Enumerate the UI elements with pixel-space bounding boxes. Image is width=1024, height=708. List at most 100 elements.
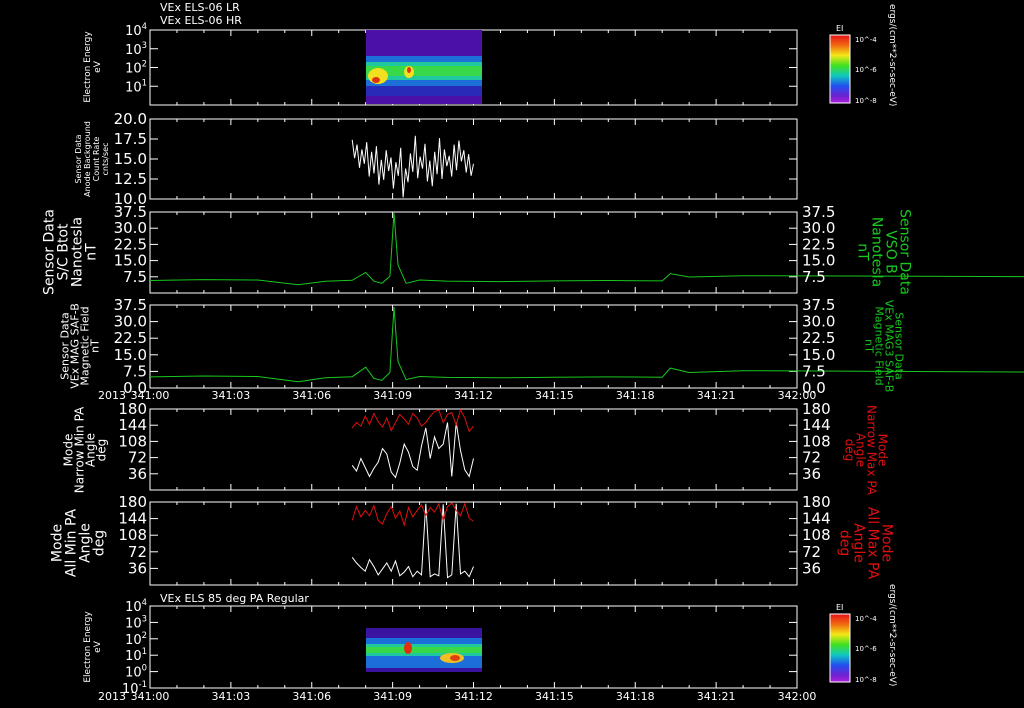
y-tick-label-right: 22.5 xyxy=(802,329,835,347)
y-tick-label: 144 xyxy=(118,510,147,528)
y-label-line: cnts/sec xyxy=(101,143,110,176)
y-tick-label: 0.0 xyxy=(123,379,147,397)
y-tick-label: 7.5 xyxy=(123,362,147,380)
y-label-line: eV xyxy=(93,60,103,73)
x-tick-label: 341:03 xyxy=(212,690,251,703)
colorbar-7 xyxy=(829,613,851,683)
y-tick-label-right: 37.5 xyxy=(802,296,835,314)
y-tick-label: 7.5 xyxy=(123,268,147,286)
bottom-panel-title: VEx ELS 85 deg PA Regular xyxy=(160,592,309,605)
title-line-1: VEx ELS-06 LR xyxy=(160,1,240,14)
colorbar-1-tick-1: 10^-6 xyxy=(855,66,877,74)
y-tick-label: 15.0 xyxy=(114,150,147,168)
colorbar-7-units: ergs/(cm**2-sr-sec-eV) xyxy=(887,584,897,686)
x-tick-label: 341:12 xyxy=(454,690,493,703)
colorbar-1-units: ergs/(cm**2-sr-sec-eV) xyxy=(887,4,897,106)
panel-4-frame xyxy=(149,304,798,389)
spec1-hot-spot-2 xyxy=(372,77,380,83)
y-tick-label: 108 xyxy=(118,526,147,544)
y-label-line: nT xyxy=(862,339,875,353)
colorbar-7-tick-1: 10^-6 xyxy=(855,645,877,653)
x-tick-label: 341:06 xyxy=(292,690,331,703)
y-tick-label: 72 xyxy=(128,543,147,561)
y-tick-label: 22.5 xyxy=(114,329,147,347)
x-tick-label: 341:15 xyxy=(535,389,574,402)
axis-ticks xyxy=(149,29,798,689)
colorbar-1-tick-2: 10^-8 xyxy=(855,97,877,105)
y-tick-label: 36 xyxy=(128,559,147,577)
x-tick-label: 341:21 xyxy=(697,389,736,402)
y-label-4: Sensor DataVEx MAG SAF-BMagnetic FieldnT xyxy=(59,303,102,389)
y-label-line: Anode Background xyxy=(83,121,92,197)
y-tick-label: 37.5 xyxy=(114,296,147,314)
x-tick-label: 341:09 xyxy=(373,389,412,402)
y-tick-label: 36 xyxy=(128,465,147,483)
y-label-3: Sensor DataS/C BtotNanoteslanT xyxy=(42,209,100,295)
y-label-line: deg xyxy=(95,439,109,462)
y-label-line: nT xyxy=(84,243,100,261)
colorbar-7-tick-0: 10^-4 xyxy=(855,615,877,623)
y-tick-label: 102 xyxy=(125,630,147,648)
y-label-right-5: ModeNarrow Max PAAngledeg xyxy=(843,405,890,496)
y-label-line: Sensor Data xyxy=(74,134,83,183)
y-tick-label: 180 xyxy=(118,493,147,511)
y-label-2: Sensor Data Anode Background Count Rate cnt… xyxy=(74,121,110,197)
y-tick-label-right: 7.5 xyxy=(802,362,826,380)
y-label-line: deg xyxy=(92,530,108,556)
y-label-line: deg xyxy=(836,530,852,556)
spec1-hot-spot-4 xyxy=(407,67,411,73)
y-tick-label: 104 xyxy=(125,21,147,39)
y-tick-label: 100 xyxy=(125,663,147,681)
x-tick-label: 341:21 xyxy=(697,690,736,703)
y-label-6: ModeAll Min PAAngledeg xyxy=(50,508,108,577)
y-label-line: Electron Energy xyxy=(83,31,93,103)
x-tick-label: 341:18 xyxy=(616,690,655,703)
y-tick-label-right: 36 xyxy=(802,559,821,577)
y-label-7: Electron Energy eV xyxy=(83,611,103,683)
y-tick-label: 15.0 xyxy=(114,346,147,364)
panel-7-spectrogram xyxy=(366,628,482,672)
y-tick-label: 101 xyxy=(125,646,147,664)
x-tick-label: 341:12 xyxy=(454,389,493,402)
y-label-line: Electron Energy xyxy=(83,611,93,683)
y-tick-label-right: 72 xyxy=(802,543,821,561)
spec1-low-band xyxy=(366,86,482,96)
y-label-right-3: Sensor DataVSO BNanoteslanT xyxy=(854,209,912,295)
y-label-line: nT xyxy=(89,339,102,353)
y-tick-label: 103 xyxy=(125,40,147,58)
colorbar-1 xyxy=(829,34,851,104)
figure: VEx ELS-06 LR VEx ELS-06 HR EI 10^-4 10^… xyxy=(42,1,1024,703)
colorbar-1-title: EI xyxy=(836,24,843,33)
panel-2-trace xyxy=(351,135,474,198)
y-tick-label: 104 xyxy=(125,597,147,615)
panel-5-frame xyxy=(149,408,798,491)
y-label-right-6: ModeAll Max PAAngledeg xyxy=(836,507,894,580)
x-tick-label: 341:06 xyxy=(292,389,331,402)
x-tick-label: 341:15 xyxy=(535,690,574,703)
x-tick-label: 342:00 xyxy=(778,690,817,703)
y-tick-label-right: 15.0 xyxy=(802,346,835,364)
y-tick-label: 30.0 xyxy=(114,313,147,331)
panel-6-frame xyxy=(149,501,798,586)
y-label-right-4: Sensor DataVEx MAG3 SAF-BMagnetic Fieldn… xyxy=(862,300,905,393)
panel-2-frame xyxy=(149,118,798,200)
y-tick-label-right: 36 xyxy=(802,465,821,483)
x-tick-label: 341:18 xyxy=(616,389,655,402)
title-line-2: VEx ELS-06 HR xyxy=(160,14,242,27)
spec7-hot-spot-3 xyxy=(450,655,460,661)
y-tick-label-right: 0.0 xyxy=(802,379,826,397)
y-tick-label-right: 30.0 xyxy=(802,313,835,331)
y-label-5: ModeNarrow Min PAAngledeg xyxy=(62,406,109,493)
y-tick-label: 17.5 xyxy=(114,130,147,148)
y-label-1: Electron Energy eV xyxy=(83,31,103,103)
y-tick-label: 103 xyxy=(125,613,147,631)
colorbar-7-tick-2: 10^-8 xyxy=(855,676,877,684)
y-tick-label: 102 xyxy=(125,59,147,77)
y-tick-label-right: 180 xyxy=(802,493,831,511)
y-tick-label: 12.5 xyxy=(114,170,147,188)
colorbar-7-title: EI xyxy=(836,603,843,612)
y-tick-label-right: 7.5 xyxy=(802,268,826,286)
x-tick-label: 341:09 xyxy=(373,690,412,703)
y-tick-label-right: 108 xyxy=(802,526,831,544)
y-label-line: nT xyxy=(854,243,870,261)
